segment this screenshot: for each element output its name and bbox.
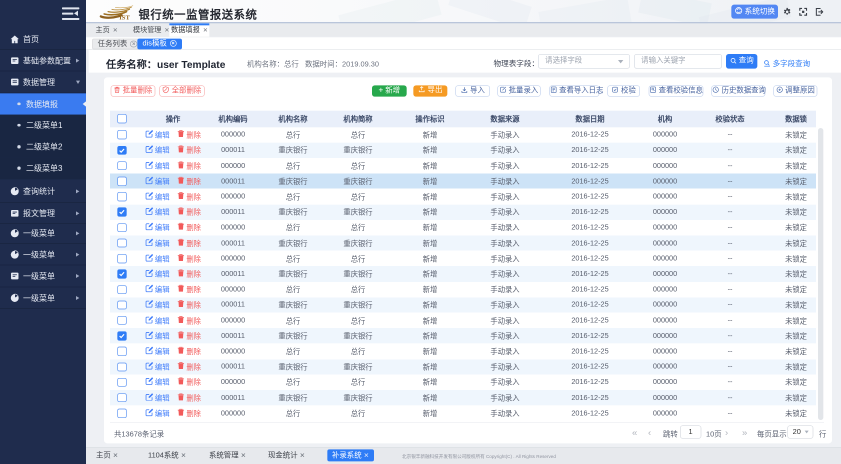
svg-text:IST: IST — [119, 15, 130, 20]
